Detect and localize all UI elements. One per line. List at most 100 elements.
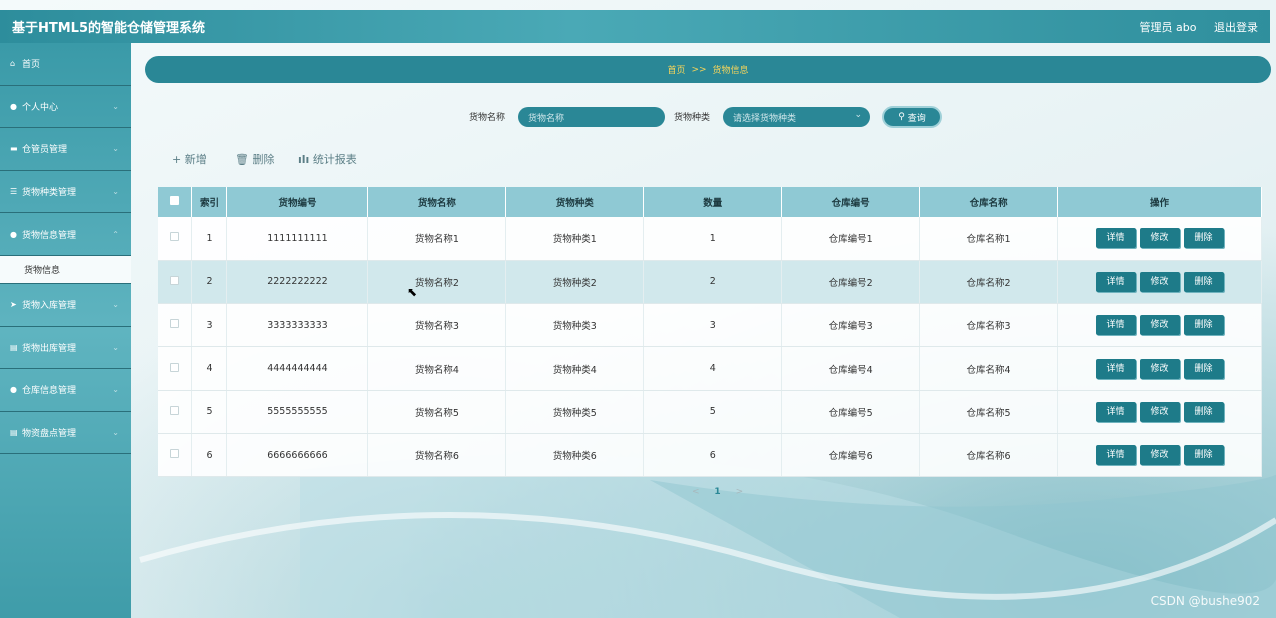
sidebar-item-goods-info[interactable]: ● 货物信息管理 ⌃ <box>0 213 131 256</box>
cell-type: 货物种类2 <box>505 260 645 305</box>
edit-button[interactable]: 修改 <box>1139 401 1180 422</box>
sidebar-item-stock-out[interactable]: ▤ 货物出库管理 ⌄ <box>0 327 131 370</box>
user-icon: ● <box>10 229 17 239</box>
add-button[interactable]: + 新增 <box>172 151 207 167</box>
sidebar-item-inventory[interactable]: ▤ 物资盘点管理 ⌄ <box>0 412 131 455</box>
report-label: 统计报表 <box>312 153 357 166</box>
row-checkbox[interactable] <box>170 362 180 372</box>
goods-name-input[interactable]: 货物名称 <box>518 107 665 127</box>
cell-wh-code: 仓库编号4 <box>781 346 921 391</box>
breadcrumb-home[interactable]: 首页 <box>667 63 685 76</box>
row-delete-button[interactable]: 删除 <box>1183 445 1224 466</box>
goods-type-select[interactable]: 请选择货物种类 ⌄ <box>723 107 870 127</box>
edit-button[interactable]: 修改 <box>1139 315 1180 336</box>
next-page-button[interactable]: > <box>736 487 744 497</box>
row-select-cell <box>158 217 193 261</box>
cell-code: 6666666666 <box>226 433 369 478</box>
header-qty: 数量 <box>643 187 783 217</box>
chevron-down-icon: ⌄ <box>112 144 119 154</box>
cell-ops: 详情 修改 删除 <box>1057 390 1262 434</box>
sidebar-item-warehouse[interactable]: ● 仓库信息管理 ⌄ <box>0 369 131 412</box>
row-delete-button[interactable]: 删除 <box>1183 401 1224 422</box>
cell-wh-code: 仓库编号1 <box>781 217 921 261</box>
detail-button[interactable]: 详情 <box>1095 315 1136 336</box>
cell-name: 货物名称5 <box>367 390 507 434</box>
cell-qty: 5 <box>643 390 783 434</box>
page-number[interactable]: 1 <box>714 487 720 497</box>
cell-index: 6 <box>191 433 228 478</box>
detail-button[interactable]: 详情 <box>1095 358 1136 379</box>
cell-wh-code: 仓库编号6 <box>781 433 921 478</box>
table-row[interactable]: 2 2222222222 货物名称2 货物种类2 2 仓库编号2 仓库名称2 详情 修改 删除 <box>158 260 1262 305</box>
header-code: 货物编号 <box>226 187 369 217</box>
sidebar-item-label: 仓管员管理 <box>22 145 68 156</box>
cell-qty: 1 <box>643 217 783 261</box>
sidebar-item-stock-in[interactable]: ➤ 货物入库管理 ⌄ <box>0 284 131 327</box>
trash-icon: 🗑 <box>235 153 249 166</box>
chevron-down-icon: ⌄ <box>112 342 119 352</box>
clipboard-icon: ▤ <box>10 342 18 352</box>
breadcrumb: 首页 >> 货物信息 <box>145 56 1271 83</box>
cell-ops: 详情 修改 删除 <box>1057 303 1262 348</box>
cell-type: 货物种类6 <box>505 433 645 478</box>
user-area: 管理员 abo 退出登录 <box>1126 19 1258 35</box>
sidebar: ⌂ 首页 ● 个人中心 ⌄ ▬ 仓管员管理 ⌄ ☰ 货物种类管理 ⌄ ● 货物信… <box>0 43 131 618</box>
cell-ops: 详情 修改 删除 <box>1057 260 1262 305</box>
cell-index: 3 <box>191 303 228 348</box>
cell-code: 4444444444 <box>226 346 369 391</box>
app-title: 基于HTML5的智能仓储管理系统 <box>12 21 206 36</box>
sidebar-item-goods-type[interactable]: ☰ 货物种类管理 ⌄ <box>0 171 131 214</box>
cell-wh-code: 仓库编号5 <box>781 390 921 434</box>
row-checkbox[interactable] <box>170 319 180 329</box>
warehouse-icon: ▬ <box>10 144 18 154</box>
row-select-cell <box>158 390 193 434</box>
table-row[interactable]: 3 3333333333 货物名称3 货物种类3 3 仓库编号3 仓库名称3 详情 修改 删除 <box>158 303 1262 348</box>
cell-code: 5555555555 <box>226 390 369 434</box>
detail-button[interactable]: 详情 <box>1095 401 1136 422</box>
chevron-down-icon: ⌄ <box>112 187 119 197</box>
cell-qty: 4 <box>643 346 783 391</box>
report-button[interactable]: ılı 统计报表 <box>298 151 357 167</box>
breadcrumb-current: 货物信息 <box>712 66 749 76</box>
sidebar-item-label: 货物出库管理 <box>22 343 77 354</box>
edit-button[interactable]: 修改 <box>1139 358 1180 379</box>
search-icon: ⚲ <box>898 112 905 122</box>
row-checkbox[interactable] <box>170 405 180 415</box>
prev-page-button[interactable]: < <box>692 487 700 497</box>
cell-index: 2 <box>191 260 228 305</box>
table-row[interactable]: 6 6666666666 货物名称6 货物种类6 6 仓库编号6 仓库名称6 详情 修改 删除 <box>158 433 1262 478</box>
cell-type: 货物种类5 <box>505 390 645 434</box>
select-all-cell <box>158 187 193 217</box>
row-delete-button[interactable]: 删除 <box>1183 315 1224 336</box>
edit-button[interactable]: 修改 <box>1139 228 1180 249</box>
user-icon: ● <box>10 101 17 111</box>
goods-table: 索引 货物编号 货物名称 货物种类 数量 仓库编号 仓库名称 操作 1 11111… <box>158 187 1262 478</box>
sidebar-item-keepers[interactable]: ▬ 仓管员管理 ⌄ <box>0 128 131 171</box>
table-row[interactable]: 4 4444444444 货物名称4 货物种类4 4 仓库编号4 仓库名称4 详情 修改 删除 <box>158 346 1262 391</box>
sidebar-item-profile[interactable]: ● 个人中心 ⌄ <box>0 86 131 129</box>
row-select-cell <box>158 346 193 391</box>
row-delete-button[interactable]: 删除 <box>1183 271 1224 292</box>
row-delete-button[interactable]: 删除 <box>1183 228 1224 249</box>
query-button[interactable]: ⚲ 查询 <box>882 106 942 128</box>
cell-type: 货物种类1 <box>505 217 645 261</box>
sidebar-item-home[interactable]: ⌂ 首页 <box>0 43 131 86</box>
sidebar-item-label: 仓库信息管理 <box>22 386 77 397</box>
select-all-checkbox[interactable] <box>170 196 180 205</box>
delete-button[interactable]: 🗑 删除 <box>235 151 274 167</box>
chevron-down-icon: ⌄ <box>112 300 119 310</box>
edit-button[interactable]: 修改 <box>1139 445 1180 466</box>
logout-link[interactable]: 退出登录 <box>1214 21 1258 34</box>
detail-button[interactable]: 详情 <box>1095 445 1136 466</box>
sidebar-subitem-goods-info[interactable]: 货物信息 <box>0 255 131 284</box>
edit-button[interactable]: 修改 <box>1139 271 1180 292</box>
sidebar-item-label: 货物入库管理 <box>22 301 77 312</box>
detail-button[interactable]: 详情 <box>1095 271 1136 292</box>
table-row[interactable]: 1 1111111111 货物名称1 货物种类1 1 仓库编号1 仓库名称1 详情 修改 删除 <box>158 217 1262 261</box>
row-delete-button[interactable]: 删除 <box>1183 358 1224 379</box>
row-checkbox[interactable] <box>170 232 180 242</box>
table-row[interactable]: 5 5555555555 货物名称5 货物种类5 5 仓库编号5 仓库名称5 详情 修改 删除 <box>158 390 1262 434</box>
detail-button[interactable]: 详情 <box>1095 228 1136 249</box>
row-checkbox[interactable] <box>170 275 180 285</box>
row-checkbox[interactable] <box>170 449 180 459</box>
